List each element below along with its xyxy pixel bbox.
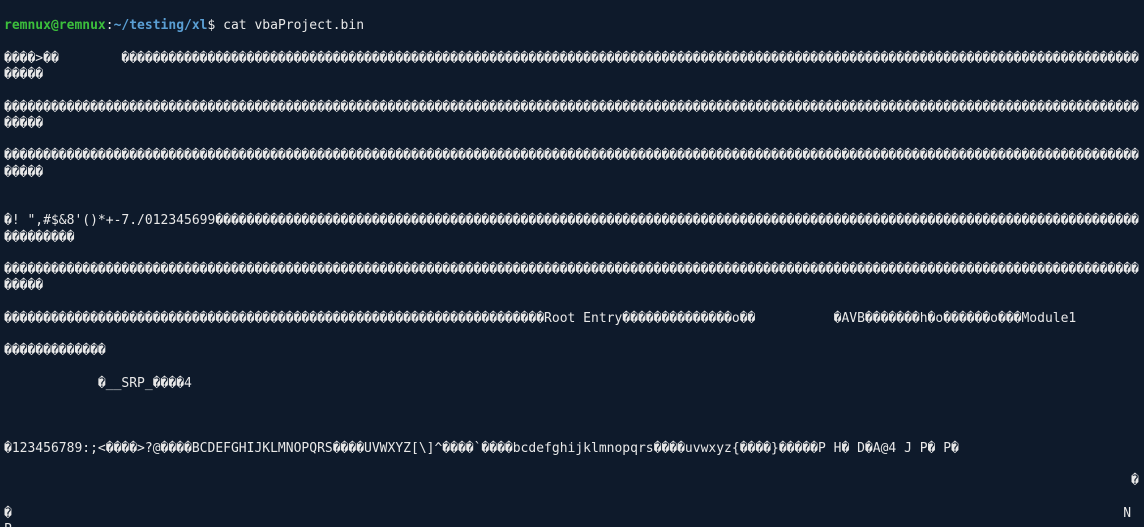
output-line: ������������� [4, 343, 1140, 359]
prompt-symbol: $ [208, 18, 216, 33]
prompt-separator: : [106, 18, 114, 33]
output-line: �123456789:;<����>?@����BCDEFGHIJKLMNOPQ… [4, 441, 1140, 457]
output-line: �__SRP_����4 [4, 376, 1140, 392]
output-line: ����������������������������������������… [4, 148, 1140, 181]
output-line: � [4, 473, 1140, 489]
command-entered[interactable]: cat vbaProject.bin [223, 18, 364, 33]
output-line: ����������������������������������������… [4, 311, 1140, 327]
output-line: �! ",#$&8'()*+-7./012345699�������������… [4, 213, 1140, 246]
output-line: ����>�� ��������������������������������… [4, 51, 1140, 84]
terminal-output: remnux@remnux:~/testing/xl$ cat vbaProje… [0, 0, 1144, 527]
prompt-path: ~/testing/xl [114, 18, 208, 33]
output-line: ����������������������������������������… [4, 262, 1140, 295]
output-line: ����������������������������������������… [4, 100, 1140, 133]
prompt-user-host: remnux@remnux [4, 18, 106, 33]
output-line: � N P [4, 506, 1140, 527]
prompt-line: remnux@remnux:~/testing/xl$ cat vbaProje… [4, 18, 1140, 34]
